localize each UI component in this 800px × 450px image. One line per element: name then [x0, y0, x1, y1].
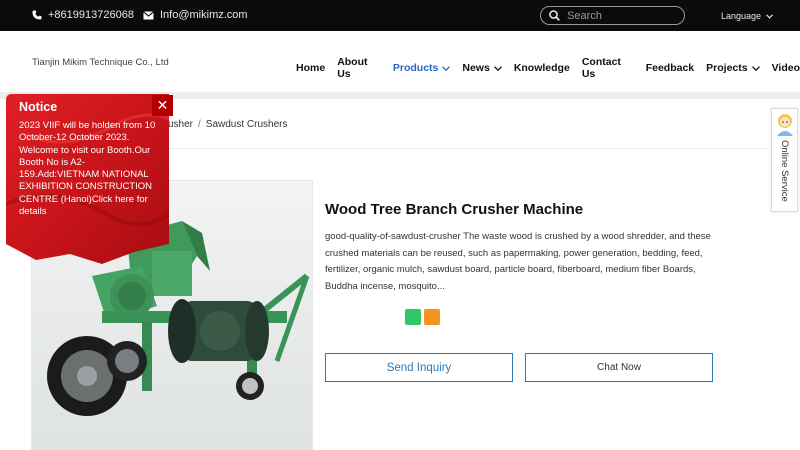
notice-close-button[interactable]: ✕ [152, 95, 173, 116]
chat-now-button[interactable]: Chat Now [525, 353, 713, 382]
breadcrumb-item-current: Sawdust Crushers [205, 119, 288, 130]
nav-item-products[interactable]: Products [393, 56, 451, 80]
search-input[interactable] [567, 9, 677, 22]
nav-label[interactable]: Projects [706, 62, 747, 74]
site-header: Tianjin Mikim Technique Co., Ltd Home Ab… [0, 31, 800, 93]
share-green-icon[interactable] [405, 309, 421, 325]
nav-label[interactable]: Video [772, 62, 800, 74]
notice-text[interactable]: 2023 VIIF will be holden from 10 October… [19, 120, 164, 218]
nav-label[interactable]: News [462, 62, 489, 74]
nav-item-projects[interactable]: Projects [706, 56, 760, 80]
mail-icon [143, 10, 154, 19]
nav-item-news[interactable]: News [462, 56, 502, 80]
main-nav: Home About Us Products News Knowledge Co… [296, 56, 800, 80]
search-box[interactable] [540, 6, 685, 25]
notice-title: Notice [19, 100, 58, 114]
phone-icon [32, 10, 42, 20]
breadcrumb-separator: / [198, 119, 201, 130]
chevron-down-icon [766, 13, 773, 19]
nav-label[interactable]: Contact Us [582, 56, 634, 80]
nav-item-about-us[interactable]: About Us [337, 56, 381, 80]
send-inquiry-button[interactable]: Send Inquiry [325, 353, 513, 382]
email-address[interactable]: Info@mikimz.com [160, 9, 248, 21]
share-orange-icon[interactable] [424, 309, 440, 325]
nav-item-knowledge[interactable]: Knowledge [514, 56, 570, 80]
nav-item-feedback[interactable]: Feedback [646, 56, 694, 80]
notice-popup[interactable]: Notice ✕ 2023 VIIF will be holden from 1… [6, 94, 173, 264]
email-contact[interactable]: Info@mikimz.com [143, 9, 248, 21]
nav-item-video[interactable]: Video [772, 56, 800, 80]
language-selector[interactable]: Language [721, 11, 773, 21]
breadcrumb: usher / Sawdust Crushers [168, 119, 288, 130]
chevron-down-icon [442, 65, 451, 71]
breadcrumb-item-parent[interactable]: usher [168, 119, 193, 130]
support-avatar-icon [776, 114, 793, 136]
online-service-label[interactable]: Online Service [779, 140, 790, 202]
company-name[interactable]: Tianjin Mikim Technique Co., Ltd [32, 57, 169, 68]
nav-label[interactable]: Knowledge [514, 62, 570, 74]
nav-item-home[interactable]: Home [296, 56, 325, 80]
chevron-down-icon [493, 65, 502, 71]
nav-label[interactable]: Feedback [646, 62, 694, 74]
nav-label[interactable]: Home [296, 62, 325, 74]
search-icon[interactable] [549, 10, 560, 21]
phone-number[interactable]: +8619913726068 [48, 9, 134, 21]
chevron-down-icon [751, 65, 760, 71]
top-bar: +8619913726068 Info@mikimz.com Language [0, 0, 800, 31]
share-buttons [405, 309, 440, 325]
nav-label[interactable]: About Us [337, 56, 381, 80]
online-service-tab[interactable]: Online Service [771, 108, 798, 212]
phone-contact[interactable]: +8619913726068 [32, 9, 134, 21]
product-description: good-quality-of-sawdust-crusher The wast… [325, 231, 711, 292]
nav-label[interactable]: Products [393, 62, 439, 74]
language-label[interactable]: Language [721, 11, 761, 21]
close-icon[interactable]: ✕ [157, 97, 169, 114]
product-title: Wood Tree Branch Crusher Machine [325, 201, 584, 218]
nav-item-contact-us[interactable]: Contact Us [582, 56, 634, 80]
